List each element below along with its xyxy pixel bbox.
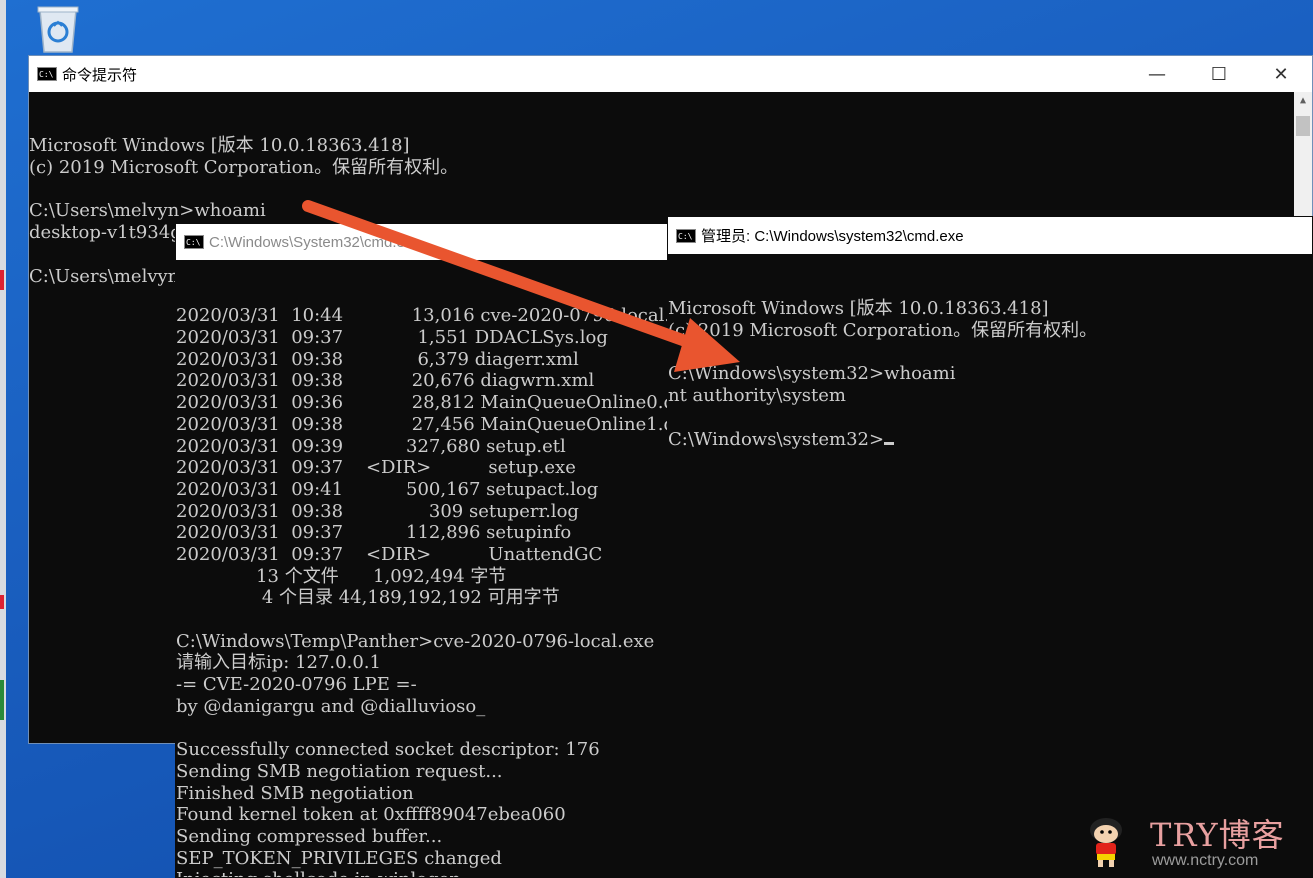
watermark-title: TRY博客 bbox=[1150, 816, 1285, 854]
annotation-arrow-icon bbox=[302, 200, 740, 372]
mascot-logo-icon bbox=[1090, 818, 1122, 867]
watermark-url: www.nctry.com bbox=[1152, 852, 1259, 869]
watermark: TRY博客 www.nctry.com bbox=[1070, 808, 1285, 872]
